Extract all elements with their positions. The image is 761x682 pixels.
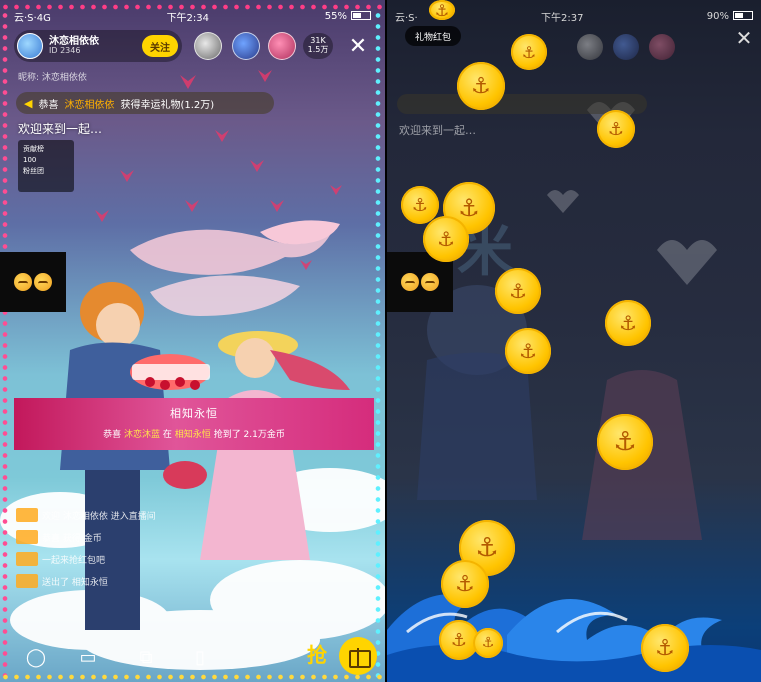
viewer-avatar[interactable] (613, 34, 639, 60)
grimace-emoji-icon (401, 273, 419, 291)
anchor-coin-icon[interactable]: ⚓ (597, 110, 635, 148)
dotted-frame-left (2, 10, 8, 678)
stat-line: 100 (23, 155, 37, 164)
emoji-sticker (0, 252, 66, 312)
grab-button[interactable]: 抢 (300, 640, 334, 672)
anchor-coin-icon[interactable]: ⚓ (597, 414, 653, 470)
chat-text: 送出了 相知永恒 (42, 577, 108, 588)
anchor-coin-icon[interactable]: ⚓ (511, 34, 547, 70)
welcome-message: 欢迎来到一起… (399, 124, 476, 137)
battery-icon (351, 11, 371, 20)
rank-stats-box[interactable]: 贡献榜 100 粉丝团 (18, 140, 74, 192)
gift-line-gift: 相知永恒 (174, 430, 211, 440)
live-room-right: 米 云·S· 下午2:37 90% 礼物红包 ✕ 欢迎来到一起… ⚓ ⚓ ⚓ ⚓… (387, 0, 761, 682)
more-icon[interactable]: ▯ (184, 641, 216, 673)
follow-button[interactable]: 关注 (142, 35, 178, 57)
close-icon[interactable]: ✕ (731, 26, 757, 52)
gift-banner-line: 恭喜 沐恋沐蓝 在 相知永恒 抢到了 2.1万金币 (14, 427, 374, 440)
anchor-coin-icon[interactable]: ⚓ (641, 624, 689, 672)
stat-line: 粉丝团 (23, 166, 44, 175)
chat-row[interactable]: 送出了 相知永恒 (16, 572, 156, 590)
status-time: 下午2:34 (166, 12, 210, 24)
anchor-coin-icon[interactable]: ⚓ (423, 216, 469, 262)
anchor-coin-icon[interactable]: ⚓ (429, 0, 455, 20)
video-icon[interactable]: ▭ (72, 641, 104, 673)
viewer-avatar[interactable] (577, 34, 603, 60)
host-info-pill[interactable]: 沐恋相依依 ID 2346 关注 (14, 30, 182, 62)
grimace-emoji-icon (34, 273, 52, 291)
grimace-emoji-icon (14, 273, 32, 291)
anchor-coin-icon[interactable]: ⚓ (457, 62, 505, 110)
level-badge (16, 530, 38, 544)
viewer-avatar[interactable] (268, 32, 296, 60)
gift-line-mid: 在 (162, 430, 172, 440)
level-badge (16, 508, 38, 522)
chat-text: 一起来抢红包吧 (42, 555, 106, 566)
chat-row[interactable]: 恭喜 获得 金币 (16, 528, 156, 546)
anchor-coin-icon[interactable]: ⚓ (505, 328, 551, 374)
anchor-coin-icon[interactable]: ⚓ (495, 268, 541, 314)
bottom-toolbar: ◯ ▭ ⧉ ▯ 抢 (14, 636, 377, 676)
speaker-icon: ◀ (24, 96, 33, 110)
viewer-avatar[interactable] (649, 34, 675, 60)
battery-icon (732, 11, 753, 20)
gift-line-suffix: 抢到了 2.1万金币 (213, 430, 285, 440)
status-bar: 云·S·4G 下午2:34 55% (14, 8, 371, 24)
notice-highlight: 沐恋相依依 (64, 99, 115, 111)
chat-row[interactable]: 欢迎 沐恋相依依 进入直播间 (16, 506, 156, 524)
screenshot-root: 云·S·4G 下午2:34 55% 沐恋相依依 ID 2346 关注 31K 1… (0, 0, 761, 682)
gift-icon[interactable] (339, 637, 377, 675)
chat-text: 欢迎 沐恋相依依 进入直播间 (42, 511, 156, 522)
stat-line: 贡献榜 (23, 145, 44, 153)
gift-packet-tag[interactable]: 礼物红包 (405, 26, 461, 46)
welcome-message: 欢迎来到一起… (18, 122, 103, 136)
host-text: 沐恋相依依 ID 2346 (49, 36, 99, 56)
carrier-label: 云·S·4G (14, 12, 51, 24)
dotted-frame-right (375, 10, 381, 678)
comment-icon[interactable]: ◯ (20, 641, 52, 673)
notice-suffix: 获得幸运礼物(1.2万) (120, 99, 215, 111)
host-avatar[interactable] (17, 33, 43, 59)
level-badge (16, 552, 38, 566)
status-time: 下午2:37 (541, 12, 584, 24)
anchor-coin-icon[interactable]: ⚓ (473, 628, 503, 658)
viewer-count-badge[interactable]: 31K 1.5万 (303, 33, 333, 59)
carrier-label: 云·S· (395, 12, 418, 24)
live-room-left: 云·S·4G 下午2:34 55% 沐恋相依依 ID 2346 关注 31K 1… (0, 0, 385, 682)
anchor-coin-icon[interactable]: ⚓ (605, 300, 651, 346)
chat-text: 恭喜 获得 金币 (42, 533, 102, 544)
viewer-avatar[interactable] (232, 32, 260, 60)
viewer-avatar[interactable] (194, 32, 222, 60)
notice-prefix: 恭喜 (38, 99, 59, 111)
battery-indicator: 90% (707, 11, 753, 22)
notice-bar[interactable]: ◀ 恭喜 沐恋相依依 获得幸运礼物(1.2万) (16, 92, 274, 114)
anchor-coin-icon[interactable]: ⚓ (441, 560, 489, 608)
gift-banner[interactable]: 相知永恒 恭喜 沐恋沐蓝 在 相知永恒 抢到了 2.1万金币 (14, 398, 374, 450)
gift-line-name: 沐恋沐蓝 (124, 430, 161, 440)
share-icon[interactable]: ⧉ (130, 641, 162, 673)
close-icon[interactable]: ✕ (344, 32, 372, 60)
chat-row[interactable]: 一起来抢红包吧 (16, 550, 156, 568)
gift-line-prefix: 恭喜 (103, 430, 122, 440)
level-badge (16, 574, 38, 588)
host-sub: ID 2346 (49, 46, 81, 56)
host-id-label: 昵称: 沐恋相依依 (18, 73, 87, 83)
battery-indicator: 55% (325, 11, 371, 22)
gift-banner-title: 相知永恒 (170, 407, 218, 420)
chat-list: 欢迎 沐恋相依依 进入直播间 恭喜 获得 金币 一起来抢红包吧 送出了 相知永恒 (16, 506, 156, 594)
grimace-emoji-icon (421, 273, 439, 291)
